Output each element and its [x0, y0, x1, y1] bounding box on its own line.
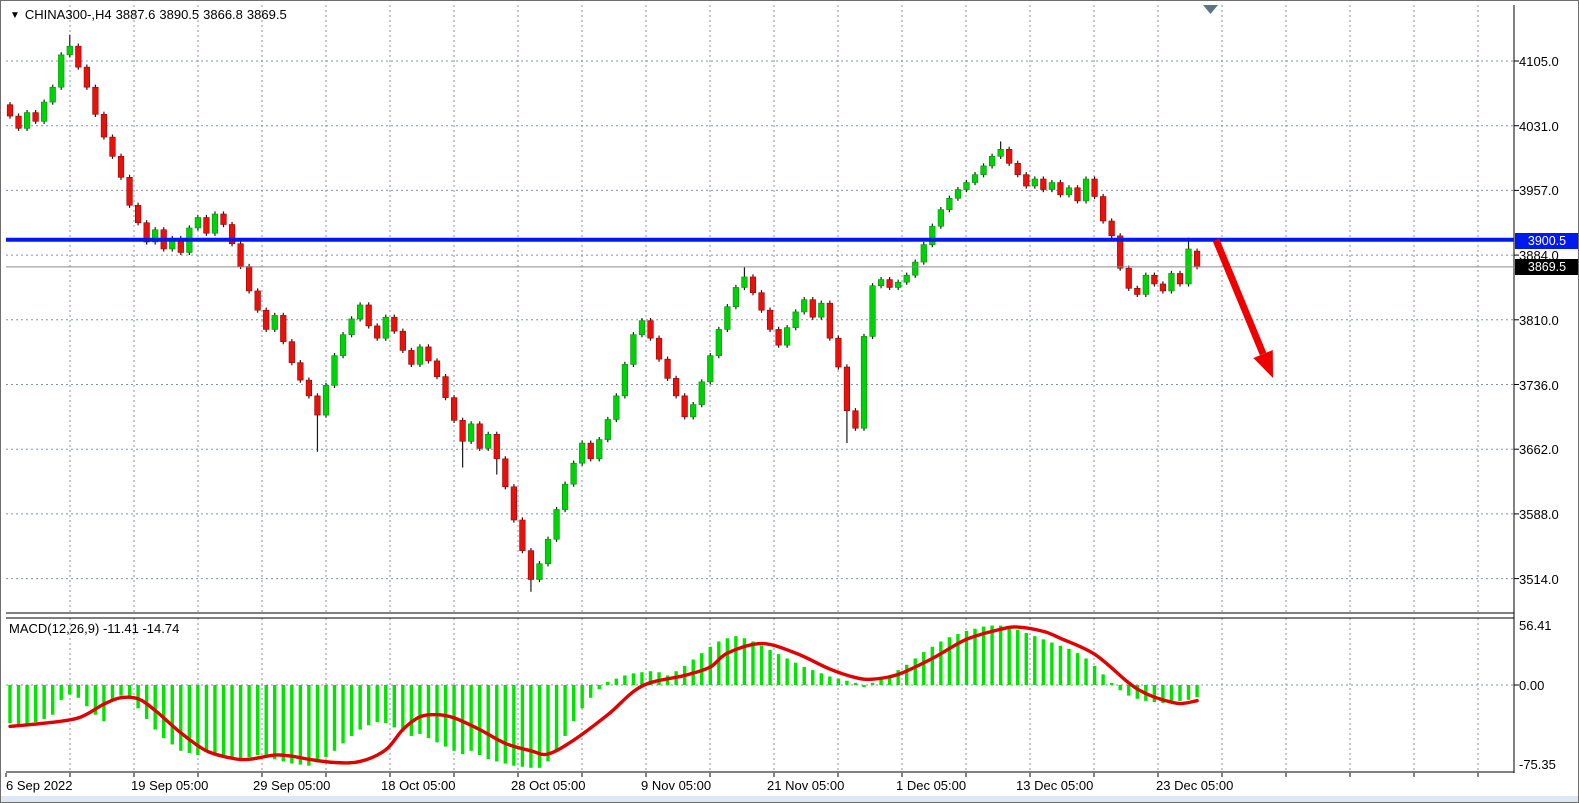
macd-name: MACD(12,26,9): [9, 621, 99, 636]
macd-values: -11.41 -14.74: [103, 621, 179, 636]
macd-tick: 0.00: [1519, 678, 1544, 693]
current-price-badge: 3869.5: [1515, 259, 1579, 275]
date-tick: 9 Nov 05:00: [641, 778, 711, 793]
close-value: 3869.5: [247, 7, 287, 22]
price-tick: 3662.0: [1519, 442, 1559, 457]
high-value: 3890.5: [159, 7, 199, 22]
symbol-label: CHINA300-,H4: [25, 7, 112, 22]
low-value: 3866.8: [203, 7, 243, 22]
panel-splitter[interactable]: [6, 613, 1514, 618]
level-line-price-badge: 3900.5: [1515, 233, 1579, 249]
macd-indicator-panel[interactable]: [6, 618, 1514, 772]
date-tick: 28 Oct 05:00: [511, 778, 585, 793]
tick-direction-down-icon: ▼: [10, 10, 20, 21]
macd-indicator-label: MACD(12,26,9) -11.41 -14.74: [9, 621, 179, 636]
price-tick: 3957.0: [1519, 183, 1559, 198]
macd-tick: 56.41: [1519, 618, 1552, 633]
price-tick: 3514.0: [1519, 572, 1559, 587]
date-tick: 23 Dec 05:00: [1156, 778, 1233, 793]
date-tick: 13 Dec 05:00: [1016, 778, 1093, 793]
macd-tick: -75.35: [1519, 757, 1556, 772]
open-value: 3887.6: [116, 7, 156, 22]
price-tick: 4105.0: [1519, 54, 1559, 69]
date-tick: 29 Sep 05:00: [253, 778, 330, 793]
price-tick: 3736.0: [1519, 378, 1559, 393]
date-tick: 18 Oct 05:00: [381, 778, 455, 793]
date-tick: 1 Dec 05:00: [896, 778, 966, 793]
chart-title: ▼ CHINA300-,H4 3887.63890.5 3866.8 3869.5: [10, 7, 287, 22]
chart-window: { "header": {"tick_icon":"▼","symbol":"C…: [0, 0, 1579, 803]
price-tick: 3810.0: [1519, 313, 1559, 328]
price-tick: 3588.0: [1519, 507, 1559, 522]
date-tick: 21 Nov 05:00: [767, 778, 844, 793]
main-chart-area[interactable]: [6, 5, 1514, 613]
date-tick: 6 Sep 2022: [6, 778, 73, 793]
date-tick: 19 Sep 05:00: [131, 778, 208, 793]
price-tick: 4031.0: [1519, 119, 1559, 134]
